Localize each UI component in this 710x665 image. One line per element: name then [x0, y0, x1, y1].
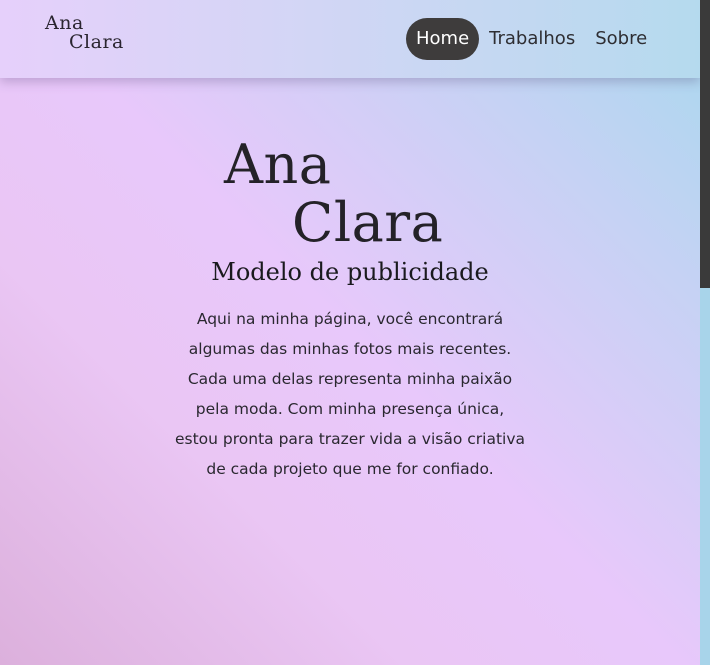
- hero-title-line-2: Clara: [292, 191, 444, 254]
- site-logo[interactable]: Ana Clara: [45, 14, 124, 52]
- nav-item-sobre[interactable]: Sobre: [585, 18, 657, 60]
- logo-line-2: Clara: [69, 31, 124, 53]
- description-line: Aqui na minha página, você encontrará: [196, 310, 504, 328]
- scrollbar-thumb[interactable]: [700, 0, 710, 288]
- description-line: Cada uma delas representa minha paixão: [187, 370, 513, 388]
- hero-description: Aqui na minha página, você encontrará al…: [160, 304, 540, 484]
- vertical-scrollbar[interactable]: [700, 0, 710, 665]
- description-line: pela moda. Com minha presença única,: [195, 400, 505, 418]
- hero-subtitle: Modelo de publicidade: [211, 258, 489, 286]
- hero-title: Ana Clara: [224, 138, 443, 250]
- hero-title-line-1: Ana: [224, 133, 332, 196]
- nav-item-trabalhos[interactable]: Trabalhos: [479, 18, 585, 60]
- nav-item-home[interactable]: Home: [406, 18, 480, 60]
- description-line: algumas das minhas fotos mais recentes.: [188, 340, 512, 358]
- main-nav: Home Trabalhos Sobre: [406, 18, 657, 60]
- description-line: estou pronta para trazer vida a visão cr…: [174, 430, 526, 448]
- page-viewport: Ana Clara Home Trabalhos Sobre Ana Clara…: [0, 0, 700, 665]
- site-header: Ana Clara Home Trabalhos Sobre: [0, 0, 700, 78]
- description-line: de cada projeto que me for confiado.: [206, 460, 494, 478]
